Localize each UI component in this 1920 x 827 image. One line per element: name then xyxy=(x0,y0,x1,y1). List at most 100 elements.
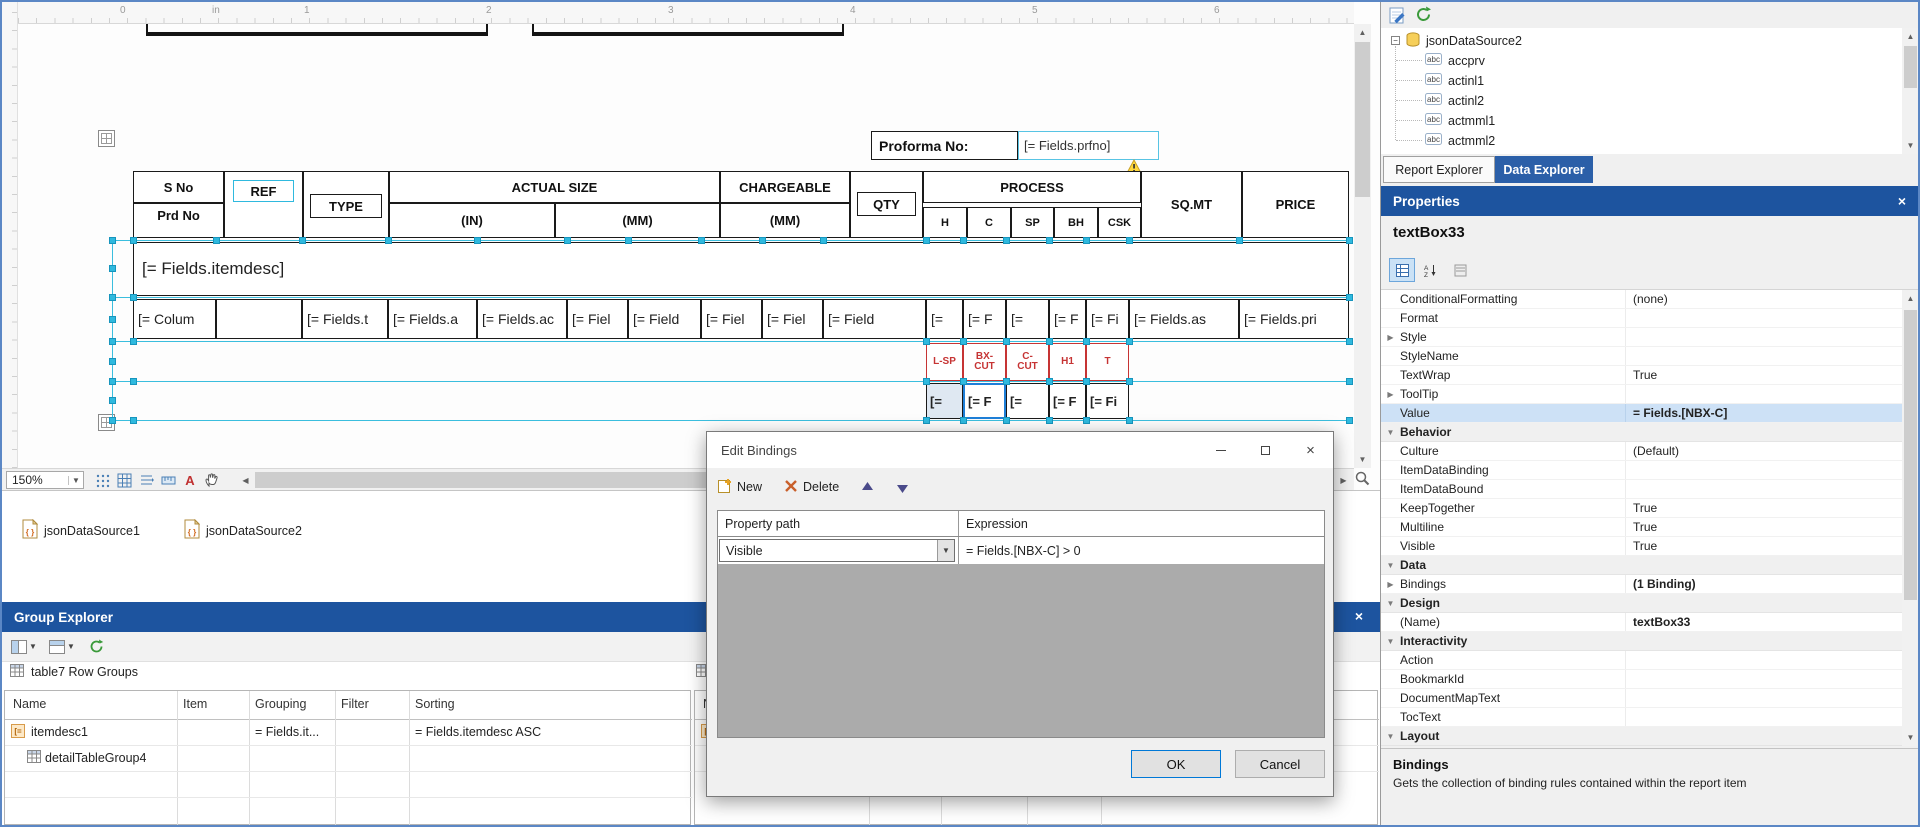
ok-button[interactable]: OK xyxy=(1131,750,1221,778)
selection-handle[interactable] xyxy=(960,417,967,424)
edit-datasource-icon[interactable] xyxy=(1389,6,1408,30)
process-subheader-cell[interactable]: L-SP xyxy=(926,343,963,381)
selection-handle[interactable] xyxy=(1083,338,1090,345)
process-detail-row[interactable]: [= [= F [= [= F [= Fi xyxy=(926,383,1129,419)
scroll-down-button[interactable]: ▼ xyxy=(1354,451,1371,468)
detail-cell[interactable]: [= Fiel xyxy=(567,299,628,339)
property-row-culture[interactable]: Culture (Default) xyxy=(1381,442,1902,461)
group-layout-button[interactable]: ▼ xyxy=(46,635,78,658)
process-subheader-cell[interactable]: C-CUT xyxy=(1006,343,1049,381)
property-row-visible[interactable]: Visible True xyxy=(1381,537,1902,556)
property-category-behavior[interactable]: ▼ Behavior xyxy=(1381,423,1902,442)
column-header[interactable]: Sorting xyxy=(415,697,455,711)
property-category-layout[interactable]: ▼ Layout xyxy=(1381,727,1902,746)
selection-handle[interactable] xyxy=(698,237,705,244)
property-path-combobox[interactable]: Visible ▼ xyxy=(719,539,955,562)
column-divider[interactable] xyxy=(409,691,410,825)
qty-textbox[interactable]: QTY xyxy=(857,192,916,216)
group-row-name[interactable]: detailTableGroup4 xyxy=(45,751,146,765)
header-cell-type[interactable]: TYPE xyxy=(303,171,389,238)
cancel-button[interactable]: Cancel xyxy=(1235,750,1325,778)
tab-data-explorer[interactable]: Data Explorer xyxy=(1495,156,1593,183)
scroll-up-button[interactable]: ▲ xyxy=(1902,290,1918,307)
header-cell-ref[interactable]: REF xyxy=(224,171,303,238)
process-detail-cell[interactable]: [= Fi xyxy=(1086,383,1129,419)
column-divider[interactable] xyxy=(335,691,336,825)
header-cell-actualsize[interactable]: ACTUAL SIZE xyxy=(389,171,720,203)
selection-handle[interactable] xyxy=(1236,237,1243,244)
property-row-itemdatabound[interactable]: ItemDataBound xyxy=(1381,480,1902,499)
selection-handle[interactable] xyxy=(213,237,220,244)
snap-lines-toggle-icon[interactable] xyxy=(136,471,156,489)
header-cell-h[interactable]: H xyxy=(923,207,967,238)
scroll-left-button[interactable]: ◀ xyxy=(238,472,253,488)
header-cell-process[interactable]: PROCESS xyxy=(923,171,1141,203)
tree-node-field[interactable]: abc actmml2 xyxy=(1425,131,1495,150)
detail-cell[interactable]: [= Fiel xyxy=(701,299,762,339)
detail-cell[interactable]: [= Fields.ac xyxy=(477,299,567,339)
selection-handle[interactable] xyxy=(109,417,116,424)
ruler-toggle-icon[interactable] xyxy=(158,471,178,489)
property-category-data[interactable]: ▼ Data xyxy=(1381,556,1902,575)
property-row-format[interactable]: Format xyxy=(1381,309,1902,328)
categorized-view-icon[interactable] xyxy=(1389,258,1415,282)
detail-cell[interactable]: [= Fields.a xyxy=(388,299,477,339)
collapse-icon[interactable]: ▼ xyxy=(1381,599,1400,608)
scroll-thumb[interactable] xyxy=(1355,42,1370,197)
selection-handle[interactable] xyxy=(109,265,116,272)
proforma-value-textbox[interactable]: [= Fields.prfno] xyxy=(1018,131,1159,160)
selection-handle[interactable] xyxy=(923,237,930,244)
selection-handle[interactable] xyxy=(109,294,116,301)
tab-report-explorer[interactable]: Report Explorer xyxy=(1383,156,1495,183)
property-row-tooltip[interactable]: ▶ ToolTip xyxy=(1381,385,1902,404)
selection-handle[interactable] xyxy=(1046,417,1053,424)
column-divider[interactable] xyxy=(249,691,250,825)
property-row-action[interactable]: Action xyxy=(1381,651,1902,670)
header-cell-in[interactable]: (IN) xyxy=(389,203,555,238)
table-select-handle[interactable] xyxy=(98,130,115,147)
detail-cell[interactable]: [= Fields.pri xyxy=(1239,299,1349,339)
scroll-down-button[interactable]: ▼ xyxy=(1902,729,1918,746)
binding-row[interactable]: Visible ▼ = Fields.[NBX-C] > 0 xyxy=(718,537,1324,564)
selection-handle[interactable] xyxy=(299,237,306,244)
property-row-textwrap[interactable]: TextWrap True xyxy=(1381,366,1902,385)
selection-handle[interactable] xyxy=(130,237,137,244)
column-header[interactable]: Grouping xyxy=(255,697,306,711)
selection-handle[interactable] xyxy=(625,237,632,244)
selection-handle[interactable] xyxy=(820,237,827,244)
tree-node-field[interactable]: abc actinl2 xyxy=(1425,91,1484,110)
collapse-icon[interactable]: ▼ xyxy=(1381,428,1400,437)
property-row-bindings[interactable]: ▶ Bindings (1 Binding) xyxy=(1381,575,1902,594)
detail-cell[interactable]: [= Field xyxy=(628,299,701,339)
textbox33-selected-cell[interactable]: [= F xyxy=(963,383,1006,419)
design-vertical-scrollbar[interactable]: ▲ ▼ xyxy=(1354,24,1371,468)
minimize-icon[interactable] xyxy=(1198,432,1243,468)
group-row-grouping[interactable]: = Fields.it... xyxy=(255,725,333,739)
selection-handle[interactable] xyxy=(1046,237,1053,244)
scroll-thumb[interactable] xyxy=(1904,310,1917,600)
header-cell-sno[interactable]: S No xyxy=(133,171,224,203)
scroll-down-button[interactable]: ▼ xyxy=(1902,137,1918,154)
process-detail-cell[interactable]: [= xyxy=(1006,383,1049,419)
column-header[interactable]: Name xyxy=(13,697,46,711)
grid-lines-toggle-icon[interactable] xyxy=(114,471,134,489)
process-detail-cell[interactable]: [= xyxy=(926,383,963,419)
header-cell-qty[interactable]: QTY xyxy=(850,171,923,238)
selection-handle[interactable] xyxy=(759,237,766,244)
header-cell-chargeable-mm[interactable]: (MM) xyxy=(720,203,850,238)
detail-cell[interactable]: [= xyxy=(1006,299,1049,339)
selection-handle[interactable] xyxy=(1003,338,1010,345)
process-subheader-cell[interactable]: T xyxy=(1086,343,1129,381)
process-subheader-cell[interactable]: BX-CUT xyxy=(963,343,1006,381)
detail-cell[interactable]: [= Fiel xyxy=(762,299,823,339)
detail-cell[interactable]: [= F xyxy=(963,299,1006,339)
selection-handle[interactable] xyxy=(1046,378,1053,385)
refresh-icon[interactable] xyxy=(1415,6,1432,28)
alphabetical-view-icon[interactable]: AZ xyxy=(1417,258,1443,282)
selection-handle[interactable] xyxy=(1126,378,1133,385)
tree-node-field[interactable]: abc accprv xyxy=(1425,51,1485,70)
property-row-value[interactable]: Value = Fields.[NBX-C] xyxy=(1381,404,1902,423)
selection-handle[interactable] xyxy=(130,417,137,424)
detail-cell[interactable]: [= Fi xyxy=(1086,299,1129,339)
tree-scrollbar[interactable]: ▲ ▼ xyxy=(1902,28,1918,154)
